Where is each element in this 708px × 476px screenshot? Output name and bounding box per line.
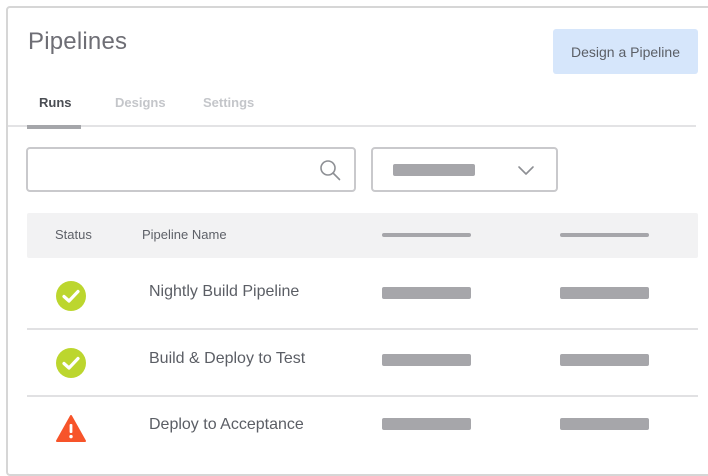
chevron-down-icon xyxy=(518,166,534,175)
tab-settings[interactable]: Settings xyxy=(203,95,254,110)
design-pipeline-button[interactable]: Design a Pipeline xyxy=(553,29,698,74)
column-header-placeholder xyxy=(382,233,471,237)
cell-placeholder xyxy=(382,418,471,430)
tab-designs[interactable]: Designs xyxy=(115,95,166,110)
column-header-pipeline-name: Pipeline Name xyxy=(142,227,227,242)
cell-placeholder xyxy=(560,418,649,430)
cell-placeholder xyxy=(382,287,471,299)
column-header-placeholder xyxy=(560,233,649,237)
check-circle-icon xyxy=(56,348,86,378)
filter-dropdown[interactable] xyxy=(371,147,558,192)
table-row[interactable]: Deploy to Acceptance xyxy=(27,396,698,462)
cell-placeholder xyxy=(382,354,471,366)
pipeline-name: Nightly Build Pipeline xyxy=(149,283,300,300)
table-header: Status Pipeline Name xyxy=(27,213,698,258)
cell-placeholder xyxy=(560,354,649,366)
warning-triangle-icon xyxy=(56,415,86,442)
page-title: Pipelines xyxy=(28,28,128,55)
search-icon xyxy=(320,160,341,181)
pipeline-name: Deploy to Acceptance xyxy=(149,416,304,433)
column-header-status: Status xyxy=(55,227,92,242)
dropdown-value-placeholder xyxy=(393,164,475,176)
cell-placeholder xyxy=(560,287,649,299)
active-tab-indicator xyxy=(27,125,81,129)
table-row[interactable]: Nightly Build Pipeline xyxy=(27,263,698,329)
tabs-divider xyxy=(8,125,696,127)
search-input[interactable] xyxy=(26,147,356,192)
tab-runs[interactable]: Runs xyxy=(39,95,72,110)
check-circle-icon xyxy=(56,281,86,311)
table-row[interactable]: Build & Deploy to Test xyxy=(27,330,698,396)
pipeline-name: Build & Deploy to Test xyxy=(149,350,306,367)
